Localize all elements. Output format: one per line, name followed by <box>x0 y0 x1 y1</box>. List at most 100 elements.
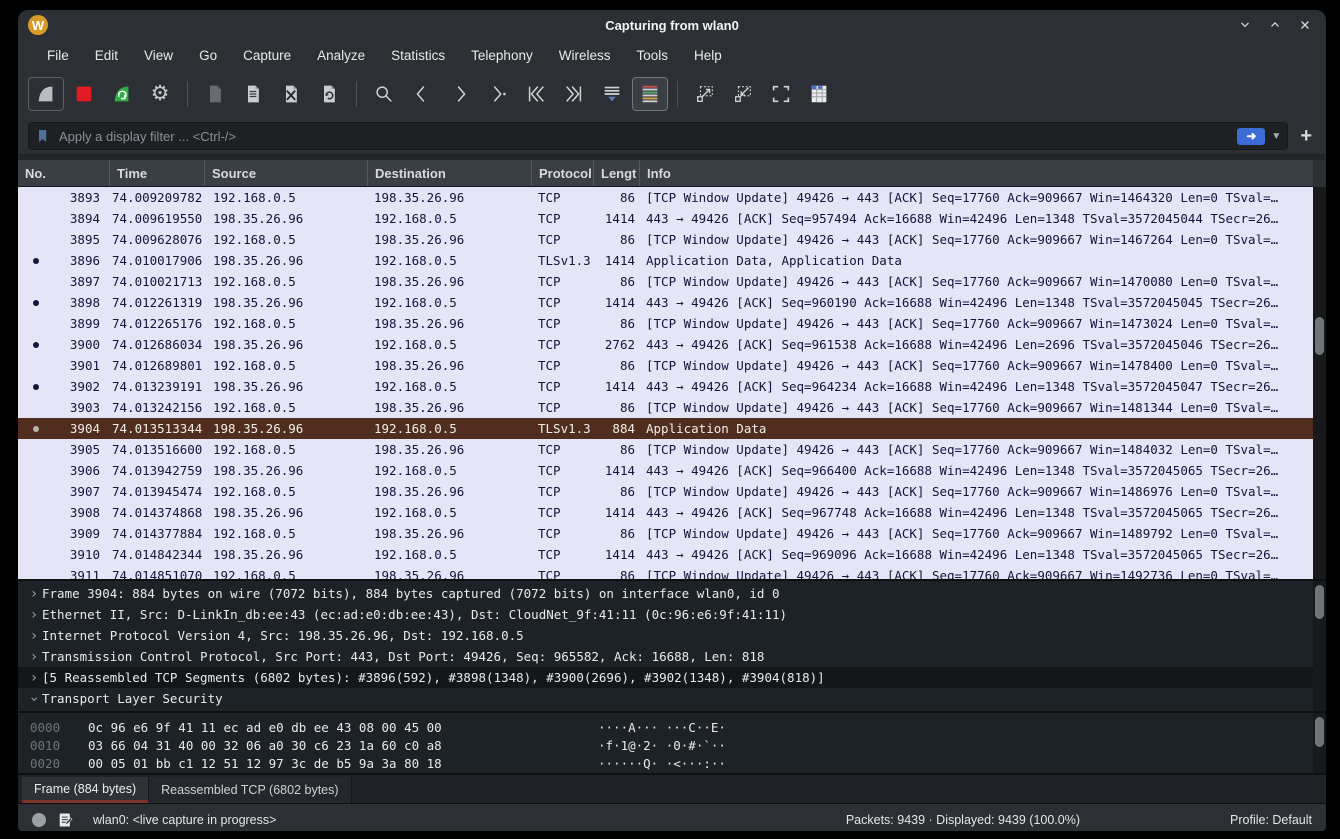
hex-row-0000[interactable]: 0000 0c 96 e6 9f 41 11 ec ad e0 db ee 43 … <box>18 718 1326 736</box>
detail-row-1[interactable]: › Ethernet II, Src: D-LinkIn_db:ee:43 (ec… <box>18 604 1326 625</box>
packet-row-3894[interactable]: 3894 74.009619550 198.35.26.96 192.168.0.5 T… <box>18 208 1313 229</box>
apply-filter-button[interactable]: ➜ <box>1237 127 1266 145</box>
bytes-scroll-thumb[interactable] <box>1315 717 1324 747</box>
detail-row-4[interactable]: › [5 Reassembled TCP Segments (6802 bytes… <box>18 667 1326 688</box>
hex-row-0010[interactable]: 0010 03 66 04 31 40 00 32 06 a0 30 c6 23 … <box>18 736 1326 754</box>
details-scroll-thumb[interactable] <box>1315 585 1324 619</box>
packet-info: [TCP Window Update] 49426 → 443 [ACK] Se… <box>646 484 1279 499</box>
go-to-packet-button[interactable] <box>480 77 516 111</box>
filter-bookmark-icon[interactable] <box>35 128 51 144</box>
start-capture-fin-button[interactable] <box>28 77 64 111</box>
auto-scroll-button[interactable] <box>594 77 630 111</box>
menu-go[interactable]: Go <box>188 44 228 67</box>
expand-chevron-icon[interactable]: › <box>26 607 42 623</box>
packet-list-scroll-thumb[interactable] <box>1315 317 1324 355</box>
bytes-scrollbar[interactable] <box>1313 713 1326 773</box>
menu-capture[interactable]: Capture <box>232 44 302 67</box>
packet-row-3908[interactable]: 3908 74.014374868 198.35.26.96 192.168.0.5 T… <box>18 502 1313 523</box>
zoom-in-button[interactable] <box>687 77 723 111</box>
menu-help[interactable]: Help <box>683 44 733 67</box>
go-last-packet-button[interactable] <box>556 77 592 111</box>
reload-file-button[interactable] <box>311 77 347 111</box>
packet-row-3893[interactable]: 3893 74.009209782 192.168.0.5 198.35.26.96 T… <box>18 187 1313 208</box>
packet-row-3904[interactable]: 3904 74.013513344 198.35.26.96 192.168.0.5 T… <box>18 418 1313 439</box>
column-header-source[interactable]: Source <box>205 160 368 186</box>
expand-chevron-icon[interactable]: › <box>26 628 42 644</box>
packet-proto: TLSv1.3 <box>538 253 591 268</box>
go-back-button[interactable] <box>404 77 440 111</box>
column-header-destination[interactable]: Destination <box>368 160 532 186</box>
packet-row-3901[interactable]: 3901 74.012689801 192.168.0.5 198.35.26.96 T… <box>18 355 1313 376</box>
detail-row-5[interactable]: › Transport Layer Security <box>18 688 1326 709</box>
column-header-info[interactable]: Info <box>640 160 1313 186</box>
menu-tools[interactable]: Tools <box>625 44 679 67</box>
normal-size-button[interactable] <box>763 77 799 111</box>
menu-edit[interactable]: Edit <box>84 44 129 67</box>
resize-columns-button[interactable] <box>801 77 837 111</box>
packet-row-3902[interactable]: 3902 74.013239191 198.35.26.96 192.168.0.5 T… <box>18 376 1313 397</box>
packet-row-3906[interactable]: 3906 74.013942759 198.35.26.96 192.168.0.5 T… <box>18 460 1313 481</box>
detail-row-3[interactable]: › Transmission Control Protocol, Src Port… <box>18 646 1326 667</box>
packet-src: 198.35.26.96 <box>213 295 304 310</box>
open-file-button[interactable] <box>197 77 233 111</box>
packet-row-3903[interactable]: 3903 74.013242156 192.168.0.5 198.35.26.96 T… <box>18 397 1313 418</box>
packet-row-3895[interactable]: 3895 74.009628076 192.168.0.5 198.35.26.96 T… <box>18 229 1313 250</box>
maximize-button[interactable] <box>1264 14 1286 36</box>
zoom-out-button[interactable] <box>725 77 761 111</box>
menu-view[interactable]: View <box>133 44 184 67</box>
packet-row-3900[interactable]: 3900 74.012686034 198.35.26.96 192.168.0.5 T… <box>18 334 1313 355</box>
close-button[interactable] <box>1294 14 1316 36</box>
packet-row-3899[interactable]: 3899 74.012265176 192.168.0.5 198.35.26.96 T… <box>18 313 1313 334</box>
save-file-icon <box>243 83 263 105</box>
packet-row-3909[interactable]: 3909 74.014377884 192.168.0.5 198.35.26.96 T… <box>18 523 1313 544</box>
save-file-button[interactable] <box>235 77 271 111</box>
expert-info-icon[interactable] <box>32 812 46 827</box>
packet-no: 3909 <box>69 526 100 541</box>
packet-row-3898[interactable]: 3898 74.012261319 198.35.26.96 192.168.0.5 T… <box>18 292 1313 313</box>
packet-list-scrollbar[interactable] <box>1313 187 1326 579</box>
expand-chevron-icon[interactable]: › <box>26 586 42 602</box>
column-header-lengt[interactable]: Lengt <box>594 160 640 186</box>
column-header-protocol[interactable]: Protocol <box>532 160 594 186</box>
byte-tab-reassembled-tcp-6802-bytes-[interactable]: Reassembled TCP (6802 bytes) <box>149 777 352 803</box>
expand-chevron-icon[interactable]: › <box>26 670 42 686</box>
title-bar[interactable]: W Capturing from wlan0 <box>18 10 1326 40</box>
wireshark-window: W Capturing from wlan0 File Edit View Go Cap… <box>18 10 1326 831</box>
expand-chevron-icon[interactable]: › <box>26 649 42 665</box>
menu-statistics[interactable]: Statistics <box>380 44 456 67</box>
packet-time: 74.010017906 <box>112 253 203 268</box>
filter-dropdown-caret-icon[interactable]: ▼ <box>1271 131 1281 142</box>
find-packet-button[interactable] <box>366 77 402 111</box>
menu-analyze[interactable]: Analyze <box>306 44 376 67</box>
close-file-button[interactable] <box>273 77 309 111</box>
profile-text[interactable]: Profile: Default <box>1230 813 1312 827</box>
menu-wireless[interactable]: Wireless <box>548 44 622 67</box>
packet-row-3907[interactable]: 3907 74.013945474 192.168.0.5 198.35.26.96 T… <box>18 481 1313 502</box>
go-forward-button[interactable] <box>442 77 478 111</box>
stop-capture-button[interactable] <box>66 77 102 111</box>
menu-telephony[interactable]: Telephony <box>460 44 544 67</box>
go-first-packet-button[interactable] <box>518 77 554 111</box>
packet-row-3911[interactable]: 3911 74.014851070 192.168.0.5 198.35.26.96 T… <box>18 565 1313 579</box>
column-header-time[interactable]: Time <box>110 160 205 186</box>
detail-row-0[interactable]: › Frame 3904: 884 bytes on wire (7072 bit… <box>18 583 1326 604</box>
restart-capture-fin-button[interactable] <box>104 77 140 111</box>
packet-row-3896[interactable]: 3896 74.010017906 198.35.26.96 192.168.0.5 T… <box>18 250 1313 271</box>
menu-file[interactable]: File <box>36 44 80 67</box>
hex-row-0020[interactable]: 0020 00 05 01 bb c1 12 51 12 97 3c de b5 … <box>18 754 1326 772</box>
details-scrollbar[interactable] <box>1313 581 1326 711</box>
packet-row-3910[interactable]: 3910 74.014842344 198.35.26.96 192.168.0.5 T… <box>18 544 1313 565</box>
packet-row-3897[interactable]: 3897 74.010021713 192.168.0.5 198.35.26.96 T… <box>18 271 1313 292</box>
column-header-no[interactable]: No. <box>18 160 110 186</box>
minimize-button[interactable] <box>1234 14 1256 36</box>
collapse-chevron-icon[interactable]: › <box>26 691 42 707</box>
capture-options-gear-button[interactable]: ⚙ <box>142 77 178 111</box>
display-filter-field[interactable]: ➜ ▼ <box>28 122 1289 150</box>
packet-row-3905[interactable]: 3905 74.013516600 192.168.0.5 198.35.26.96 T… <box>18 439 1313 460</box>
detail-row-2[interactable]: › Internet Protocol Version 4, Src: 198.3… <box>18 625 1326 646</box>
byte-tab-frame-884-bytes-[interactable]: Frame (884 bytes) <box>22 777 150 803</box>
display-filter-input[interactable] <box>57 127 1232 145</box>
colorize-packets-button[interactable] <box>632 77 668 111</box>
add-filter-button[interactable]: + <box>1296 126 1316 146</box>
capture-comment-icon[interactable] <box>58 812 73 828</box>
